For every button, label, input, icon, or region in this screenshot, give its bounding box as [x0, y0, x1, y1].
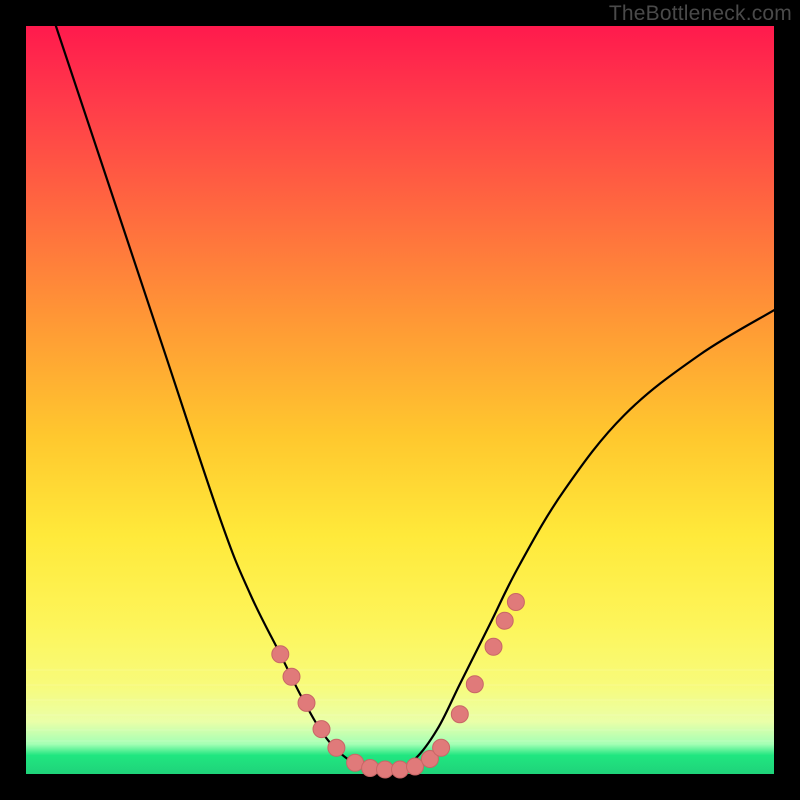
plot-area [26, 26, 774, 774]
markers-group [272, 594, 525, 779]
data-point [272, 646, 289, 663]
data-point [507, 594, 524, 611]
data-point [298, 694, 315, 711]
data-point [392, 761, 409, 778]
data-point [451, 706, 468, 723]
data-point [466, 676, 483, 693]
data-point [283, 668, 300, 685]
data-point [362, 760, 379, 777]
data-point [347, 754, 364, 771]
data-point [313, 721, 330, 738]
data-point [496, 612, 513, 629]
data-point [328, 739, 345, 756]
bottleneck-curve [56, 26, 774, 772]
data-point [377, 761, 394, 778]
watermark-text: TheBottleneck.com [609, 2, 792, 26]
data-point [407, 758, 424, 775]
chart-svg [26, 26, 774, 774]
data-point [433, 739, 450, 756]
data-point [485, 638, 502, 655]
chart-frame: TheBottleneck.com [0, 0, 800, 800]
